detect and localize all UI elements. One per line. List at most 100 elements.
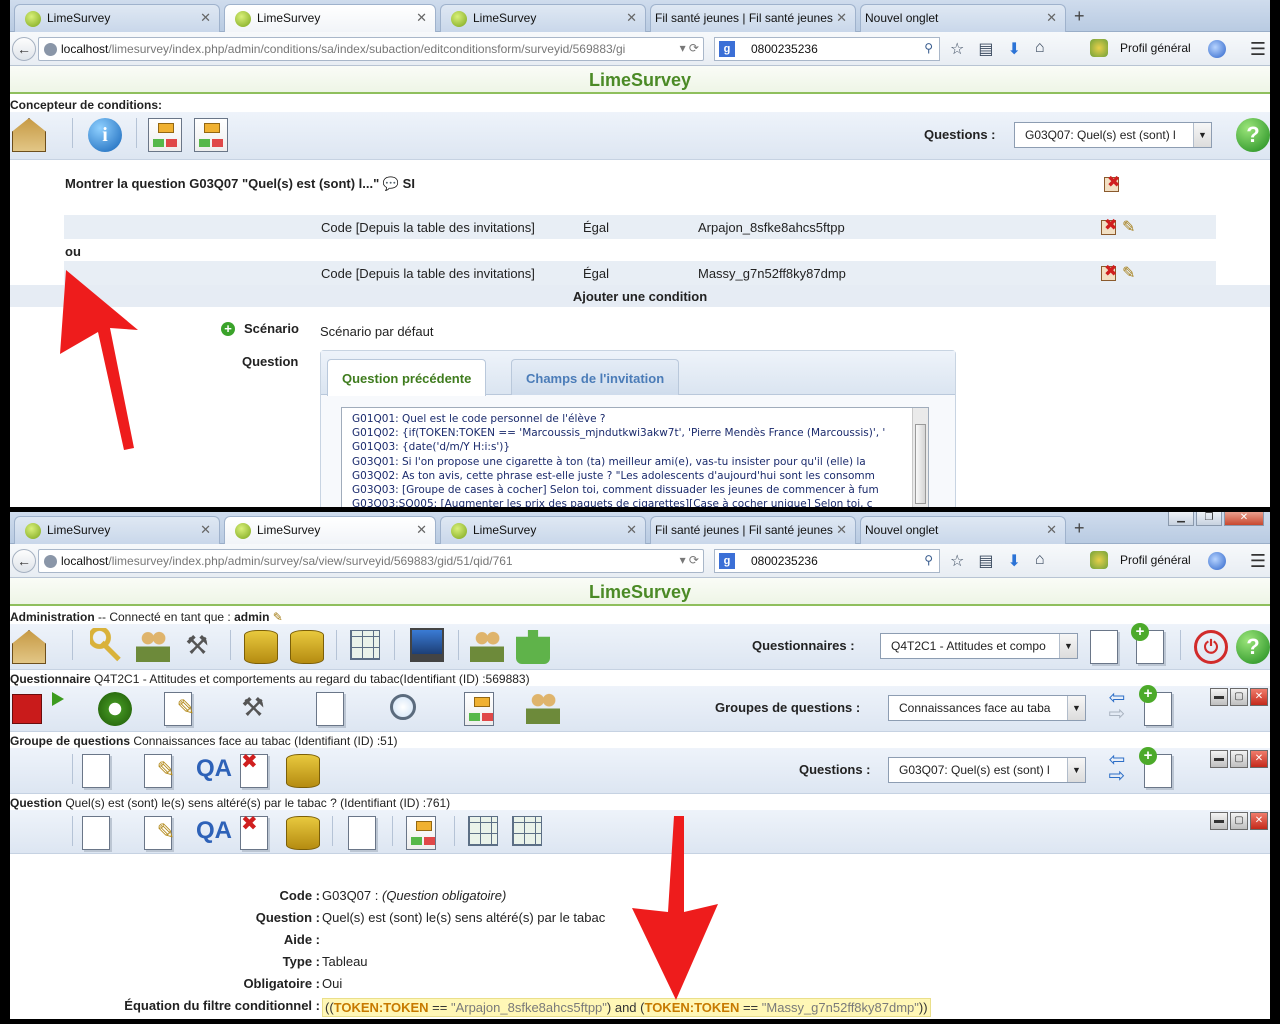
tools-icon[interactable]: ⚒ [180, 628, 214, 662]
library-icon[interactable]: ▤ [978, 39, 993, 59]
participants-icon[interactable] [470, 628, 504, 662]
close-panel-icon[interactable]: ✕ [1250, 688, 1268, 706]
close-tab-icon[interactable]: ✕ [416, 522, 427, 538]
preview-question-icon[interactable] [82, 816, 110, 850]
add-survey-icon[interactable] [1131, 623, 1164, 664]
list-item[interactable]: G03Q01: Si l'on propose une cigarette à … [352, 455, 910, 469]
questions-select[interactable]: G03Q07: Quel(s) est (sont) l ▼ [1014, 122, 1212, 148]
maximize-icon[interactable]: ❐ [1196, 512, 1222, 526]
grid-icon[interactable] [350, 630, 380, 660]
url-bar[interactable]: localhost/limesurvey/index.php/admin/con… [38, 37, 704, 61]
questions-select[interactable]: G03Q07: Quel(s) est (sont) l ▼ [888, 757, 1086, 783]
plugins-icon[interactable] [516, 630, 550, 664]
reload-icon[interactable]: ▾ ⟳ [675, 553, 699, 567]
close-tab-icon[interactable]: ✕ [1046, 10, 1057, 26]
survey-list-icon[interactable] [1090, 630, 1118, 664]
answer-options-icon[interactable] [512, 816, 542, 846]
menu-icon[interactable]: ☰ [1250, 551, 1266, 572]
edit-user-icon[interactable]: ✎ [273, 610, 283, 624]
maximize-icon[interactable]: ▢ [1230, 812, 1248, 830]
url-bar[interactable]: localhost/limesurvey/index.php/admin/sur… [38, 549, 704, 573]
close-tab-icon[interactable]: ✕ [200, 10, 211, 26]
minimize-icon[interactable]: ▬ [1210, 750, 1228, 768]
delete-condition-icon[interactable] [1101, 215, 1117, 235]
persona-icon[interactable] [1208, 552, 1226, 570]
browser-tab[interactable]: LimeSurvey ✕ [14, 4, 220, 32]
browser-tab[interactable]: LimeSurvey ✕ [14, 516, 220, 544]
qa-icon[interactable]: QA [196, 752, 232, 786]
library-icon[interactable]: ▤ [978, 551, 993, 571]
close-tab-icon[interactable]: ✕ [626, 522, 637, 538]
qa-icon[interactable]: QA [196, 814, 232, 848]
subquestions-icon[interactable] [468, 816, 498, 846]
delete-group-icon[interactable] [240, 749, 268, 788]
search-icon[interactable]: ⚲ [924, 41, 933, 55]
star-icon[interactable]: ☆ [950, 551, 964, 571]
delete-all-conditions-icon[interactable] [1104, 172, 1120, 192]
close-panel-icon[interactable]: ✕ [1250, 812, 1268, 830]
key-icon[interactable] [90, 628, 124, 662]
add-group-icon[interactable] [1139, 685, 1172, 726]
home-icon[interactable]: ⌂ [1035, 551, 1045, 571]
close-tab-icon[interactable]: ✕ [1046, 522, 1057, 538]
browser-tab[interactable]: LimeSurvey ✕ [440, 4, 646, 32]
questionnaires-select[interactable]: Q4T2C1 - Attitudes et compo ▼ [880, 633, 1078, 659]
scroll-thumb[interactable] [915, 424, 926, 504]
star-icon[interactable]: ☆ [950, 39, 964, 59]
browser-tab[interactable]: LimeSurvey ✕ [440, 516, 646, 544]
list-item[interactable]: G01Q02: {if(TOKEN:TOKEN == 'Marcoussis_m… [352, 426, 910, 440]
browser-tab[interactable]: Nouvel onglet ✕ [860, 516, 1066, 544]
preview-group-icon[interactable] [82, 754, 110, 788]
back-arrow-icon[interactable]: ← [12, 549, 36, 573]
browser-tab[interactable]: Fil santé jeunes | Fil santé jeunes ✕ [650, 516, 856, 544]
edit-condition-icon[interactable]: ✎ [1122, 263, 1135, 283]
export-group-icon[interactable] [286, 754, 320, 788]
database-check-icon[interactable] [244, 630, 278, 664]
edit-survey-icon[interactable] [164, 692, 195, 726]
browser-tab[interactable]: Nouvel onglet ✕ [860, 4, 1066, 32]
settings-gear-icon[interactable] [98, 692, 132, 726]
expand-plus-icon[interactable]: + [221, 322, 235, 336]
help-icon[interactable]: ? [1236, 118, 1270, 152]
edit-condition-icon[interactable]: ✎ [1122, 217, 1135, 237]
close-tab-icon[interactable]: ✕ [416, 10, 427, 26]
minimize-icon[interactable]: ▁ [1168, 512, 1194, 526]
new-tab-icon[interactable]: + [1074, 518, 1085, 539]
minimize-icon[interactable]: ▬ [1210, 688, 1228, 706]
info-icon[interactable]: i [88, 118, 122, 152]
tab-invitation-fields[interactable]: Champs de l'invitation [511, 359, 680, 395]
browser-tab-active[interactable]: LimeSurvey ✕ [224, 4, 436, 33]
survey-tools-icon[interactable]: ⚒ [236, 690, 270, 724]
home-icon[interactable]: ⌂ [1035, 39, 1045, 59]
database-sql-icon[interactable] [290, 630, 324, 664]
template-editor-icon[interactable] [410, 628, 444, 662]
prev-next-question-icon[interactable]: ⇦ ⇨ [1100, 750, 1134, 786]
new-tab-icon[interactable]: + [1074, 6, 1085, 27]
previous-questions-list[interactable]: G01Q01: Quel est le code personnel de l'… [341, 407, 929, 507]
home-icon[interactable] [12, 118, 46, 152]
close-panel-icon[interactable]: ✕ [1250, 750, 1268, 768]
help-icon[interactable]: ? [1236, 630, 1270, 664]
search-icon[interactable]: ⚲ [924, 553, 933, 567]
maximize-icon[interactable]: ▢ [1230, 688, 1248, 706]
home-icon[interactable] [12, 630, 46, 664]
delete-condition-icon[interactable] [1101, 261, 1117, 281]
maximize-icon[interactable]: ▢ [1230, 750, 1248, 768]
menu-icon[interactable]: ☰ [1250, 39, 1266, 60]
download-icon[interactable]: ⬇ [1007, 551, 1020, 571]
close-tab-icon[interactable]: ✕ [200, 522, 211, 538]
close-tab-icon[interactable]: ✕ [836, 522, 847, 538]
prev-next-group-icon[interactable]: ⇦ ⇨ [1100, 688, 1134, 724]
display-export-icon[interactable] [316, 692, 344, 726]
activate-survey-icon[interactable] [52, 692, 64, 706]
list-scrollbar[interactable] [912, 408, 928, 507]
browser-tab-active[interactable]: LimeSurvey ✕ [224, 516, 436, 545]
edit-question-icon[interactable] [144, 816, 175, 850]
add-condition-icon[interactable] [148, 118, 182, 152]
close-tab-icon[interactable]: ✕ [626, 10, 637, 26]
users-icon[interactable] [136, 628, 170, 662]
survey-logic-icon[interactable] [464, 692, 494, 726]
list-item[interactable]: G03Q02: As ton avis, cette phrase est-el… [352, 469, 910, 483]
respondents-icon[interactable] [526, 690, 560, 724]
stop-survey-icon[interactable] [12, 694, 42, 724]
